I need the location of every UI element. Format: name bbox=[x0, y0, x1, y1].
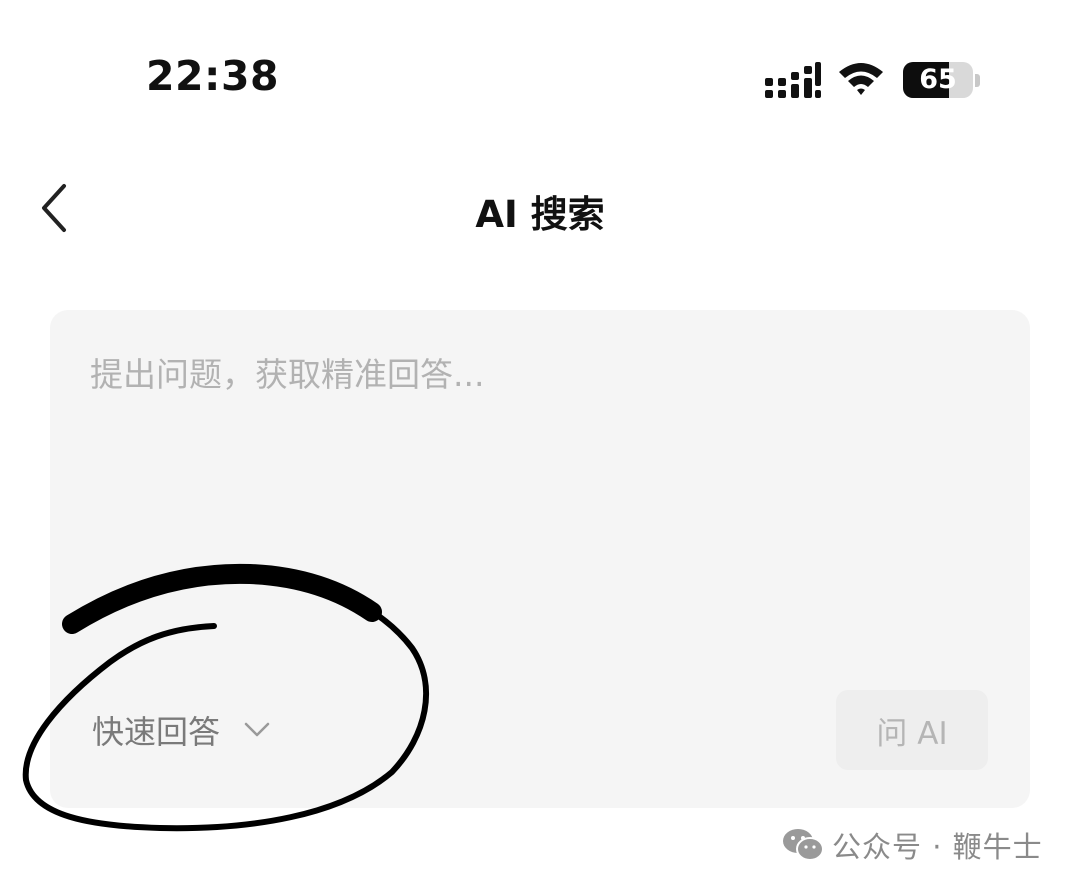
ask-ai-button[interactable]: 问 AI bbox=[836, 690, 988, 770]
answer-mode-select[interactable]: 快速回答 bbox=[92, 706, 270, 754]
page-title: AI 搜索 bbox=[475, 193, 605, 236]
watermark: 公众号 · 鞭牛士 bbox=[782, 822, 1043, 868]
signal-icon bbox=[765, 62, 821, 98]
screen: 22:38 65 AI 搜索 提出问题，获取精准回答... 快速回答 问 AI … bbox=[0, 0, 1080, 887]
query-input[interactable] bbox=[90, 348, 990, 608]
wifi-icon bbox=[839, 63, 883, 95]
query-card: 快速回答 问 AI bbox=[50, 310, 1030, 808]
chevron-down-icon bbox=[244, 722, 270, 737]
battery-icon: 65 bbox=[903, 62, 973, 98]
wechat-icon bbox=[783, 829, 824, 861]
battery-cap bbox=[975, 74, 980, 87]
answer-mode-label: 快速回答 bbox=[92, 713, 221, 751]
watermark-text: 公众号 · 鞭牛士 bbox=[832, 830, 1043, 864]
status-time: 22:38 bbox=[146, 52, 280, 100]
battery-level: 65 bbox=[919, 64, 957, 95]
